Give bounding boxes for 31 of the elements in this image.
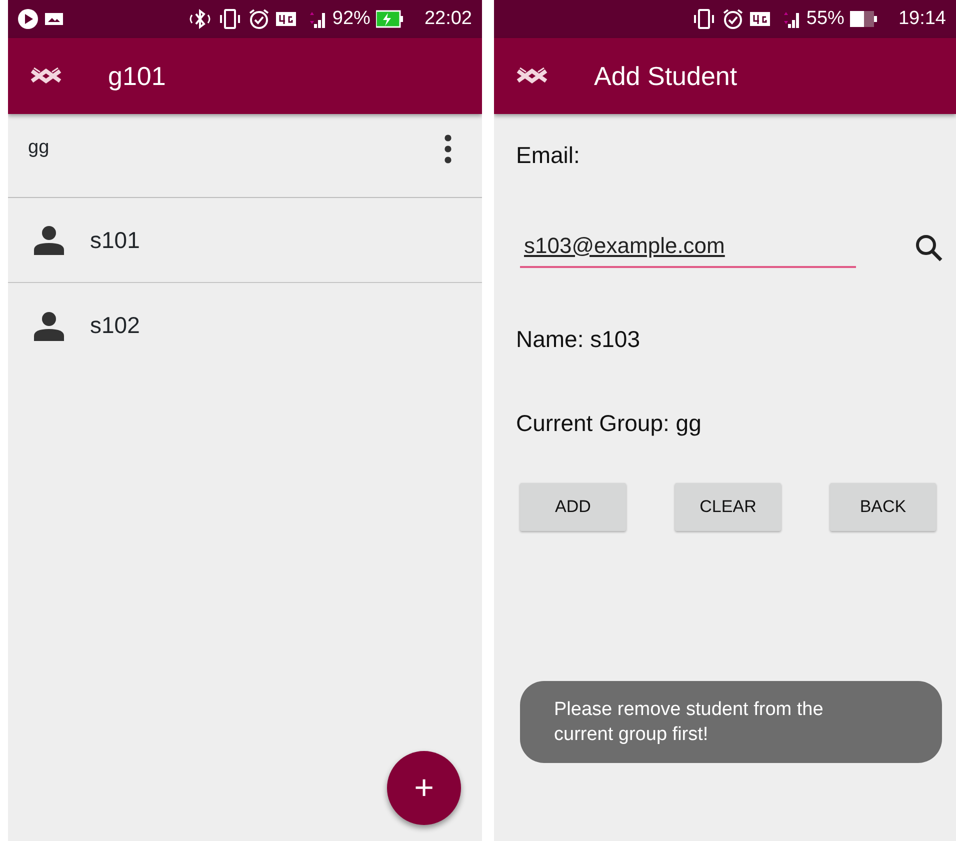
battery-percentage: 92%: [332, 6, 370, 31]
form-button[interactable]: BACK: [830, 482, 936, 530]
screen-title: g101: [108, 60, 166, 92]
toast-message: Please remove student from the current group first!: [520, 681, 942, 764]
group-name: gg: [28, 136, 50, 160]
person-icon: [34, 225, 64, 255]
form-button[interactable]: ADD: [520, 482, 626, 530]
image-icon: [44, 11, 64, 27]
email-label: Email:: [516, 141, 581, 170]
screen-title: Add Student: [594, 60, 738, 92]
network-4g-icon: [276, 10, 298, 28]
clock-time: 22:02: [424, 6, 472, 31]
student-list-item[interactable]: s101: [8, 198, 482, 283]
student-list-item[interactable]: s102: [8, 283, 482, 368]
search-icon[interactable]: [914, 233, 944, 263]
battery-percentage: 55%: [806, 6, 844, 31]
form-button[interactable]: CLEAR: [675, 482, 781, 530]
person-icon: [34, 310, 64, 340]
alarm-icon: [248, 8, 270, 30]
email-input-field[interactable]: s103@example.com: [520, 228, 856, 268]
more-options-icon[interactable]: [444, 134, 452, 164]
current-group-text: Current Group: gg: [516, 409, 702, 438]
student-name: s102: [90, 311, 140, 340]
vibrate-icon: [692, 8, 716, 30]
vibrate-icon: [218, 8, 242, 30]
clock-time: 19:14: [898, 6, 946, 31]
alarm-icon: [722, 8, 744, 30]
network-4g-icon: [750, 10, 772, 28]
student-name-text: Name: s103: [516, 324, 642, 354]
student-name: s101: [90, 226, 140, 255]
add-button[interactable]: +: [387, 751, 461, 825]
